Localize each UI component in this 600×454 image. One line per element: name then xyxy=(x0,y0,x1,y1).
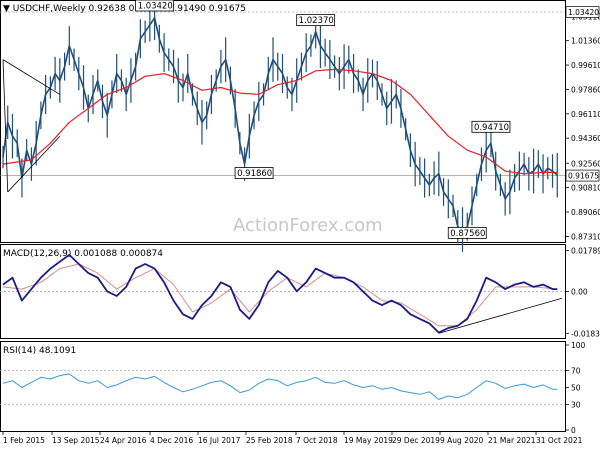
x-tick-label: 29 Dec 2019 xyxy=(392,436,440,445)
x-tick-label: 1 Feb 2015 xyxy=(3,436,45,445)
price-ytick-label: 0.87310 xyxy=(571,232,600,241)
chart-header: ▼ USDCHF,Weekly 0.92638 0.92761 0.91490 … xyxy=(3,4,246,14)
x-tick-label: 7 Oct 2018 xyxy=(296,436,338,445)
header-open: 0.92638 xyxy=(89,4,126,14)
x-tick-label: 24 Apr 2016 xyxy=(100,436,147,445)
macd-ytick-label: 0.017898 xyxy=(571,247,600,256)
price-annotation-label: 0.87560 xyxy=(450,229,485,239)
rsi-value: 48.1091 xyxy=(39,346,76,356)
rsi-ytick-label: 0 xyxy=(571,426,576,435)
header-close: 0.91675 xyxy=(209,4,246,14)
header-timeframe: Weekly xyxy=(53,4,86,14)
price-ytick-label: 0.90810 xyxy=(571,184,600,193)
macd-ytick-label: 0.00 xyxy=(571,287,588,296)
x-tick-label: 31 Oct 2021 xyxy=(536,436,583,445)
header-arrow: ▼ xyxy=(3,4,13,14)
rsi-panel-frame xyxy=(0,341,566,432)
x-tick-label: 19 May 2019 xyxy=(344,436,393,445)
macd-value-1: 0.001088 xyxy=(74,249,117,259)
price-ytick-label: 0.94360 xyxy=(571,134,600,143)
price-ytick-label: 0.96110 xyxy=(571,110,600,119)
x-tick-label: 4 Dec 2016 xyxy=(150,436,193,445)
chart-svg: ActionForex.com ▼ USDCHF,Weekly 0.92638 … xyxy=(0,0,600,445)
price-annotation-label: 0.91860 xyxy=(237,169,272,179)
x-tick-label: 9 Aug 2020 xyxy=(440,436,483,445)
price-annotation-label: 1.02370 xyxy=(299,16,334,26)
x-tick-label: 25 Feb 2018 xyxy=(246,436,293,445)
price-ytick-label: 0.97860 xyxy=(571,85,600,94)
macd-label: MACD(12,26,9) xyxy=(3,249,71,259)
x-tick-label: 21 Mar 2021 xyxy=(488,436,536,445)
rsi-ytick-label: 70 xyxy=(571,367,581,376)
price-ytick-label: 0.92560 xyxy=(571,159,600,168)
macd-value-2: 0.000874 xyxy=(120,249,163,259)
top-level-label: 1.03420 xyxy=(568,8,599,17)
x-tick-label: 13 Sep 2015 xyxy=(52,436,100,445)
rsi-header: RSI(14) 48.1091 xyxy=(3,346,76,356)
price-ytick-label: 1.01360 xyxy=(571,37,600,46)
current-price-label: 0.91675 xyxy=(568,172,599,181)
price-ytick-label: 0.99610 xyxy=(571,61,600,70)
rsi-ytick-label: 30 xyxy=(571,401,581,410)
rsi-ytick-label: 100 xyxy=(571,341,586,350)
x-tick-label: 16 Jul 2017 xyxy=(198,436,241,445)
price-ytick-label: 0.89060 xyxy=(571,208,600,217)
price-annotation-label: 0.94710 xyxy=(474,123,509,133)
macd-header: MACD(12,26,9) 0.001088 0.000874 xyxy=(3,249,163,259)
header-low: 0.91490 xyxy=(169,4,206,14)
price-annotation-label: 1.03420 xyxy=(138,1,173,11)
header-symbol: USDCHF xyxy=(13,4,50,14)
rsi-label: RSI(14) xyxy=(3,346,36,356)
macd-ytick-label: -0.018354 xyxy=(571,329,600,338)
usdchf-weekly-chart: ActionForex.com ▼ USDCHF,Weekly 0.92638 … xyxy=(0,0,600,450)
watermark: ActionForex.com xyxy=(233,215,383,236)
rsi-ytick-label: 50 xyxy=(571,384,581,393)
